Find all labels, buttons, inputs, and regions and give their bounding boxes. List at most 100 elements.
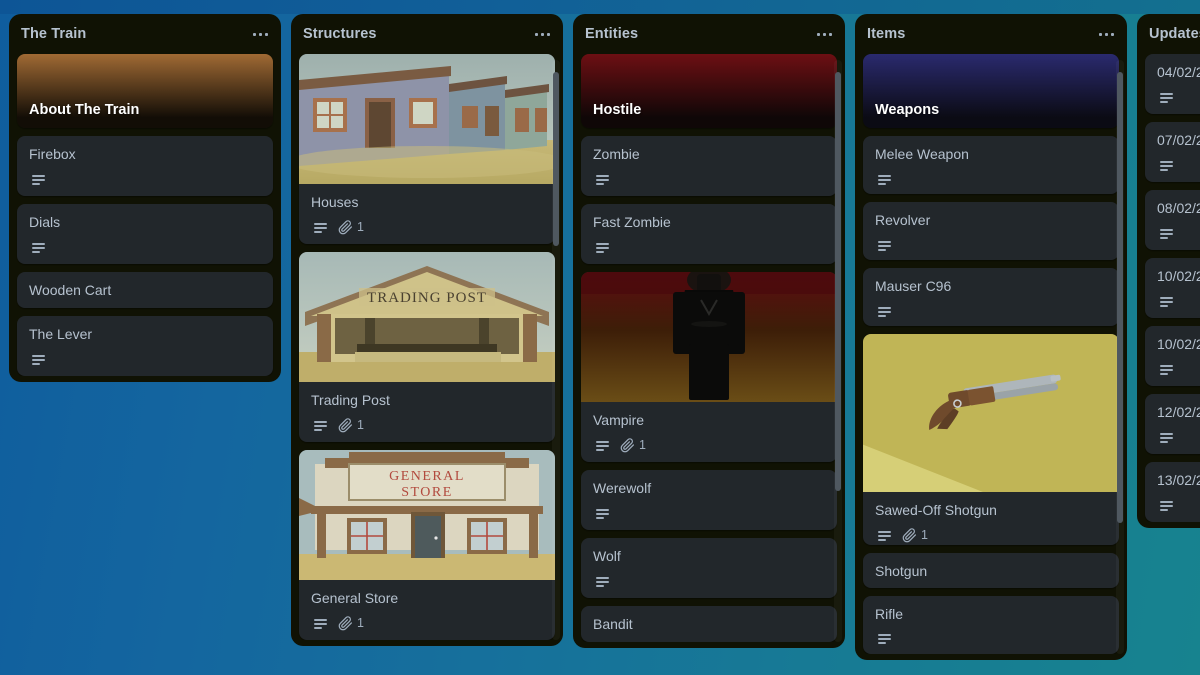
card[interactable]: 10/02/2 (1145, 326, 1200, 386)
card-title: 12/02/2 (1157, 402, 1200, 422)
description-badge (1157, 497, 1176, 514)
card[interactable]: Wooden Cart (17, 272, 273, 308)
card-badges (1157, 428, 1200, 446)
card[interactable]: Bandit (581, 606, 837, 642)
description-icon (313, 616, 328, 631)
card-title: Weapons (863, 102, 1119, 128)
svg-text:STORE: STORE (401, 485, 453, 500)
description-badge (311, 219, 330, 236)
description-badge (593, 171, 612, 188)
card[interactable]: Melee Weapon (863, 136, 1119, 194)
card-with-cover-image[interactable]: Sawed-Off Shotgun1 (863, 334, 1119, 545)
list-title[interactable]: Updates (1149, 26, 1200, 42)
list-scrollbar[interactable] (834, 60, 842, 642)
card-body: 07/02/2 (1145, 122, 1200, 182)
card-body: Rifle (863, 596, 1119, 654)
card-title: General Store (311, 588, 543, 608)
list-scrollbar-thumb[interactable] (1117, 72, 1123, 523)
description-icon (595, 574, 610, 589)
card-color-cover[interactable]: About The Train (17, 54, 273, 128)
kanban-board: The Train About The Train Firebox Dials Wood… (0, 0, 1200, 675)
card[interactable]: Werewolf (581, 470, 837, 530)
description-badge (1157, 157, 1176, 174)
list-title[interactable]: Entities (585, 26, 638, 42)
card[interactable]: 08/02/2 (1145, 190, 1200, 250)
card[interactable]: 10/02/2 (1145, 258, 1200, 318)
list-updates: Updates 04/02/2 07/02/2 08/02/2 10/02/2 10/02… (1137, 14, 1200, 528)
description-badge (875, 303, 894, 320)
sawed-off-shotgun-screenshot (863, 334, 1119, 492)
description-badge (1157, 361, 1176, 378)
card[interactable]: Zombie (581, 136, 837, 196)
card-title: Mauser C96 (875, 276, 1107, 296)
list-menu-button[interactable] (247, 21, 273, 47)
card-body: 08/02/2 (1145, 190, 1200, 250)
list-structures: Structures Houses1 (291, 14, 563, 646)
description-badge (593, 505, 612, 522)
card[interactable]: The Lever (17, 316, 273, 376)
list-menu-button[interactable] (1093, 21, 1119, 47)
description-icon (31, 352, 46, 367)
description-icon (1159, 226, 1174, 241)
description-badge (311, 417, 330, 434)
card[interactable]: 13/02/2 (1145, 462, 1200, 522)
description-badge (1157, 89, 1176, 106)
card-title: Houses (311, 192, 543, 212)
list-title[interactable]: The Train (21, 26, 86, 42)
card[interactable]: Wolf (581, 538, 837, 598)
card-badges (875, 170, 1107, 188)
card-body: Vampire1 (581, 402, 837, 462)
card-badges (875, 302, 1107, 320)
description-badge (875, 171, 894, 188)
card[interactable]: Rifle (863, 596, 1119, 654)
card[interactable]: Mauser C96 (863, 268, 1119, 326)
card-body: Wooden Cart (17, 272, 273, 308)
card-body: Revolver (863, 202, 1119, 260)
list-scrollbar[interactable] (552, 60, 560, 640)
card[interactable]: 12/02/2 (1145, 394, 1200, 454)
card-with-cover-image[interactable]: Houses1 (299, 54, 555, 244)
card[interactable]: Revolver (863, 202, 1119, 260)
card[interactable]: 04/02/2 (1145, 54, 1200, 114)
description-badge (311, 615, 330, 632)
description-icon (1159, 498, 1174, 513)
list-title[interactable]: Items (867, 26, 905, 42)
card-title: 04/02/2 (1157, 62, 1200, 82)
list-header: Entities (573, 14, 845, 54)
card-badges (29, 238, 261, 256)
list-scrollbar-thumb[interactable] (835, 72, 841, 491)
list-menu-button[interactable] (529, 21, 555, 47)
card-color-cover[interactable]: Weapons (863, 54, 1119, 128)
list-scrollbar[interactable] (1116, 60, 1124, 654)
card-with-cover-image[interactable]: Vampire1 (581, 272, 837, 462)
card-title: About The Train (17, 102, 273, 128)
card-badges (29, 170, 261, 188)
description-icon (877, 528, 892, 543)
card-badges (1157, 224, 1200, 242)
card-badges (1157, 496, 1200, 514)
list-scrollbar-thumb[interactable] (553, 72, 559, 246)
description-badge (29, 171, 48, 188)
description-icon (31, 240, 46, 255)
card-body: Wolf (581, 538, 837, 598)
card[interactable]: 07/02/2 (1145, 122, 1200, 182)
card-color-cover[interactable]: Hostile (581, 54, 837, 128)
card[interactable]: Fast Zombie (581, 204, 837, 264)
card[interactable]: Shotgun (863, 553, 1119, 588)
list-title[interactable]: Structures (303, 26, 377, 42)
card-title: Melee Weapon (875, 144, 1107, 164)
card-badges: 1 (311, 614, 543, 632)
svg-text:TRADING POST: TRADING POST (367, 290, 487, 306)
card-body: General Store 1 (299, 580, 555, 640)
card-with-cover-image[interactable]: TRADING POST Trading Post1 (299, 252, 555, 442)
card-title: Shotgun (875, 561, 1107, 581)
card-body: Houses1 (299, 184, 555, 244)
card-body: 13/02/2 (1145, 462, 1200, 522)
card[interactable]: Firebox (17, 136, 273, 196)
card-with-cover-image[interactable]: GENERAL STORE General Store1 (299, 450, 555, 640)
description-icon (1159, 158, 1174, 173)
trading-post-screenshot: TRADING POST (299, 252, 555, 382)
description-icon (1159, 90, 1174, 105)
card[interactable]: Dials (17, 204, 273, 264)
list-menu-button[interactable] (811, 21, 837, 47)
